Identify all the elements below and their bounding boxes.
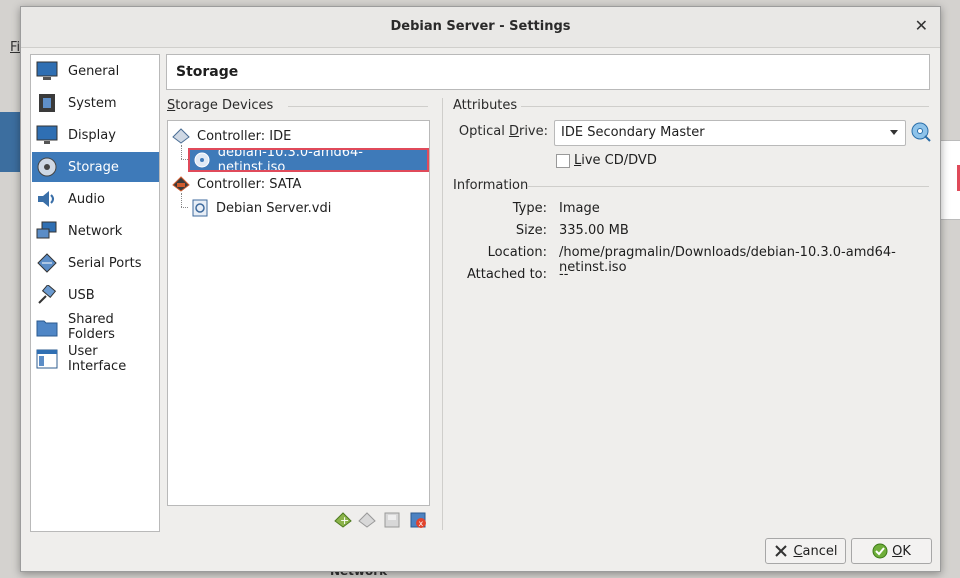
category-label: Network (68, 223, 123, 239)
size-value: 335.00 MB (559, 223, 629, 238)
category-network[interactable]: Network (32, 216, 159, 246)
controller-sata-icon (172, 175, 190, 193)
category-serial-ports[interactable]: Serial Ports (32, 248, 159, 278)
information-separator (528, 186, 929, 187)
close-icon[interactable]: ✕ (915, 16, 928, 35)
controller-ide-node[interactable]: Controller: IDE (172, 125, 291, 147)
category-label: Serial Ports (68, 255, 142, 271)
category-storage[interactable]: Storage (32, 152, 159, 182)
monitor-icon (36, 61, 58, 81)
category-label: Audio (68, 191, 105, 207)
serial-icon (36, 253, 58, 273)
optical-drive-label: Optical Drive: (458, 124, 548, 139)
background-panel (938, 140, 960, 220)
location-value: /home/pragmalin/Downloads/debian-10.3.0-… (559, 245, 896, 275)
svg-text:x: x (419, 519, 424, 528)
ide-iso-node[interactable]: debian-10.3.0-amd64-netinst.iso (188, 145, 429, 175)
storage-tree[interactable]: Controller: IDE debian-10.3.0-amd64-neti… (167, 120, 430, 506)
disk-icon (36, 157, 58, 177)
category-shared-folders[interactable]: Shared Folders (32, 312, 159, 342)
category-label: Display (68, 127, 116, 143)
hard-disk-icon (191, 199, 209, 217)
remove-controller-icon[interactable]: x (409, 511, 427, 529)
storage-separator (288, 106, 428, 107)
category-user-interface[interactable]: User Interface (32, 344, 159, 374)
category-list: General System Display Storage Audio Net (30, 54, 160, 532)
cancel-icon (773, 543, 789, 559)
network-icon (36, 221, 58, 241)
checkmark-icon (872, 543, 888, 559)
type-label: Type: (512, 201, 547, 216)
attributes-label: Attributes (453, 98, 518, 113)
cancel-label: Cancel (793, 543, 838, 559)
tree-connector (181, 159, 188, 160)
ok-button[interactable]: OK (851, 538, 932, 564)
ok-label: OK (892, 543, 911, 559)
live-cd-checkbox[interactable] (556, 154, 570, 168)
attached-to-label: Attached to: (466, 267, 547, 282)
category-audio[interactable]: Audio (32, 184, 159, 214)
sata-vdi-node[interactable]: Debian Server.vdi (189, 197, 331, 219)
usb-icon (36, 285, 58, 305)
optical-drive-select[interactable]: IDE Secondary Master (554, 120, 906, 146)
category-display[interactable]: Display (32, 120, 159, 150)
window-title: Debian Server - Settings (390, 19, 571, 34)
tree-connector (181, 193, 182, 207)
add-controller-icon[interactable]: + (334, 511, 352, 529)
vertical-separator (442, 98, 443, 530)
size-label: Size: (515, 223, 547, 238)
attached-to-value: -- (559, 267, 569, 282)
category-label: General (68, 63, 120, 79)
category-general[interactable]: General (32, 56, 159, 86)
attributes-separator (521, 106, 929, 107)
type-value: Image (559, 201, 600, 216)
category-label: System (68, 95, 117, 111)
tree-connector (181, 207, 188, 208)
optical-drive-value: IDE Secondary Master (561, 125, 705, 140)
cancel-button[interactable]: Cancel (765, 538, 846, 564)
speaker-icon (36, 189, 58, 209)
controller-sata-label: Controller: SATA (197, 176, 302, 192)
page-header: Storage (166, 54, 930, 90)
window-icon (36, 349, 58, 369)
information-label: Information (453, 178, 529, 193)
background-vm-strip (0, 112, 20, 172)
ide-iso-label: debian-10.3.0-amd64-netinst.iso (217, 145, 363, 175)
tree-connector (181, 145, 182, 159)
category-usb[interactable]: USB (32, 280, 159, 310)
chevron-down-icon (890, 130, 898, 135)
choose-disk-icon[interactable] (910, 121, 932, 143)
add-attachment-icon[interactable] (358, 511, 376, 529)
display-icon (36, 125, 58, 145)
background-menu-stub: Fi (10, 40, 21, 55)
optical-disc-icon (193, 151, 211, 169)
settings-dialog: Debian Server - Settings ✕ General Syste… (20, 6, 941, 572)
controller-ide-icon (172, 127, 190, 145)
controller-sata-node[interactable]: Controller: SATA (172, 173, 301, 195)
title-bar: Debian Server - Settings ✕ (21, 7, 940, 48)
sata-vdi-label: Debian Server.vdi (216, 200, 332, 216)
category-label: Shared Folders (68, 312, 115, 342)
category-label: User Interface (68, 344, 127, 374)
page-title: Storage (176, 64, 239, 80)
controller-ide-label: Controller: IDE (197, 128, 292, 144)
remove-attachment-icon[interactable] (383, 511, 401, 529)
location-label: Location: (487, 245, 547, 260)
category-label: USB (68, 287, 95, 303)
folder-icon (36, 317, 58, 337)
svg-text:+: + (340, 514, 349, 527)
category-label: Storage (68, 159, 119, 175)
live-cd-label: Live CD/DVD (574, 153, 657, 168)
category-system[interactable]: System (32, 88, 159, 118)
storage-devices-label: Storage Devices (167, 98, 274, 113)
chip-icon (36, 93, 58, 113)
